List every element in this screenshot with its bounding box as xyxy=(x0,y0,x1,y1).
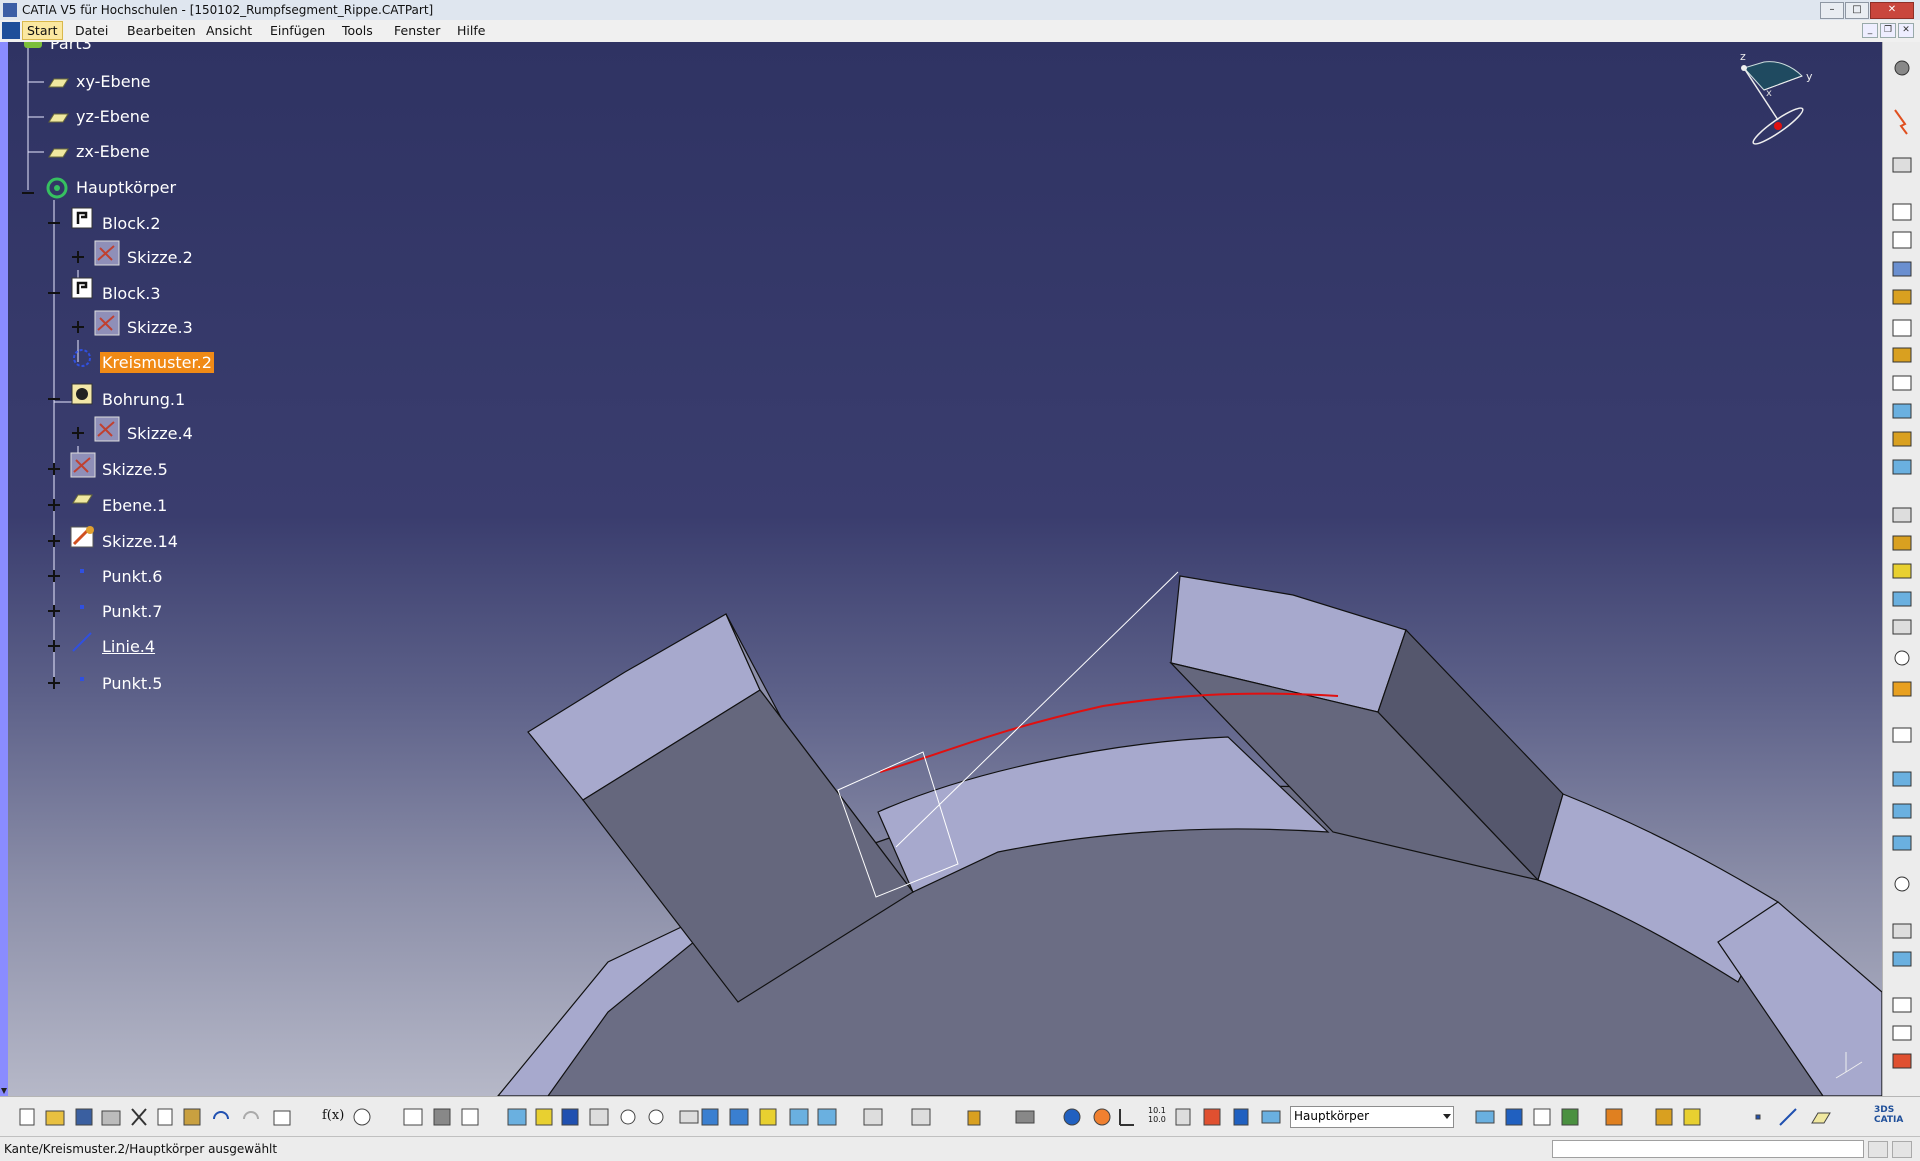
tree-node-skizze-4[interactable]: Skizze.4 xyxy=(127,424,193,443)
tree-node-kreismuster-2[interactable]: Kreismuster.2 xyxy=(100,352,214,373)
tree-scrollbar[interactable] xyxy=(0,42,8,1096)
expand-icon[interactable] xyxy=(48,602,60,617)
window-title: CATIA V5 für Hochschulen - [150102_Rumpf… xyxy=(22,3,434,17)
right-toolbar-icons[interactable] xyxy=(1883,42,1920,1096)
menu-ansicht[interactable]: Ansicht xyxy=(203,23,255,38)
tree-node-skizze-2[interactable]: Skizze.2 xyxy=(127,248,193,267)
pad-icon[interactable] xyxy=(70,206,94,230)
catia-logo-icon[interactable] xyxy=(2,22,20,39)
bottom-toolbar: f(x) 10.1 10.0 Hauptkörper 3DS CATIA xyxy=(0,1096,1920,1137)
measure-button[interactable]: 10.1 10.0 xyxy=(1148,1106,1172,1124)
minimize-button[interactable]: – xyxy=(1820,2,1844,19)
plane-icon[interactable] xyxy=(46,72,70,96)
command-input[interactable] xyxy=(1552,1140,1864,1158)
sketch-icon[interactable] xyxy=(94,240,120,266)
point-icon[interactable] xyxy=(76,670,88,682)
compass-x-label: x xyxy=(1766,88,1772,99)
menu-einfuegen[interactable]: Einfügen xyxy=(267,23,328,38)
doc-restore-button[interactable]: ❐ xyxy=(1880,23,1896,38)
sketch-icon[interactable] xyxy=(70,524,96,550)
tree-node-zx-ebene[interactable]: zx-Ebene xyxy=(76,142,150,161)
tree-node-punkt-7[interactable]: Punkt.7 xyxy=(102,602,162,621)
status-message: Kante/Kreismuster.2/Hauptkörper ausgewäh… xyxy=(4,1142,278,1156)
hole-icon[interactable] xyxy=(70,382,94,406)
catia-app-icon[interactable] xyxy=(3,3,17,17)
right-toolbar xyxy=(1882,42,1920,1096)
current-body-value: Hauptkörper xyxy=(1294,1109,1370,1123)
expand-icon[interactable] xyxy=(72,318,84,333)
tree-node-yz-ebene[interactable]: yz-Ebene xyxy=(76,107,150,126)
current-body-select[interactable]: Hauptkörper xyxy=(1290,1106,1454,1128)
tree-node-xy-ebene[interactable]: xy-Ebene xyxy=(76,72,151,91)
status-button-1[interactable] xyxy=(1868,1141,1888,1158)
tree-node-hauptkoerper[interactable]: Hauptkörper xyxy=(76,178,176,197)
status-bar: Kante/Kreismuster.2/Hauptkörper ausgewäh… xyxy=(0,1136,1920,1161)
tree-node-linie-4[interactable]: Linie.4 xyxy=(102,637,155,656)
expand-icon[interactable] xyxy=(48,460,60,475)
tree-node-block-3[interactable]: Block.3 xyxy=(102,284,161,303)
sketch-icon[interactable] xyxy=(70,452,96,478)
collapse-icon[interactable] xyxy=(48,390,60,402)
3d-viewport[interactable]: Part3 xy-Ebene yz-Ebene zx-Ebene Hauptkö… xyxy=(8,42,1882,1096)
chevron-down-icon[interactable] xyxy=(1443,1114,1451,1119)
sketch-icon[interactable] xyxy=(94,416,120,442)
bottom-toolbar-icons[interactable] xyxy=(0,1097,1920,1137)
expand-icon[interactable] xyxy=(48,532,60,547)
maximize-button[interactable]: □ xyxy=(1845,2,1869,19)
formula-button[interactable]: f(x) xyxy=(322,1108,344,1123)
point-icon[interactable] xyxy=(76,562,88,574)
specification-tree: Part3 xy-Ebene yz-Ebene zx-Ebene Hauptkö… xyxy=(8,42,408,742)
compass-y-label: y xyxy=(1806,70,1813,83)
compass-widget[interactable]: z y x xyxy=(1708,50,1828,170)
compass-z-label: z xyxy=(1740,50,1746,63)
collapse-icon[interactable] xyxy=(22,184,34,196)
expand-icon[interactable] xyxy=(48,496,60,511)
tree-node-punkt-6[interactable]: Punkt.6 xyxy=(102,567,162,586)
menu-hilfe[interactable]: Hilfe xyxy=(454,23,488,38)
scroll-down-arrow-icon[interactable] xyxy=(1,1088,7,1094)
pad-icon[interactable] xyxy=(70,276,94,300)
plane-icon[interactable] xyxy=(46,107,70,131)
expand-icon[interactable] xyxy=(72,248,84,263)
menu-tools[interactable]: Tools xyxy=(339,23,376,38)
tree-root-part[interactable]: Part3 xyxy=(50,42,92,53)
tree-node-skizze-5[interactable]: Skizze.5 xyxy=(102,460,168,479)
tree-node-punkt-5[interactable]: Punkt.5 xyxy=(102,674,162,693)
expand-icon[interactable] xyxy=(72,424,84,439)
menu-fenster[interactable]: Fenster xyxy=(391,23,443,38)
expand-icon[interactable] xyxy=(48,567,60,582)
doc-minimize-button[interactable]: _ xyxy=(1862,23,1878,38)
title-bar: CATIA V5 für Hochschulen - [150102_Rumpf… xyxy=(0,0,1920,21)
body-icon[interactable] xyxy=(43,174,71,202)
menu-bearbeiten[interactable]: Bearbeiten xyxy=(124,23,199,38)
tree-node-skizze-3[interactable]: Skizze.3 xyxy=(127,318,193,337)
status-button-2[interactable] xyxy=(1892,1141,1912,1158)
menu-start[interactable]: Start xyxy=(22,21,63,40)
tree-node-block-2[interactable]: Block.2 xyxy=(102,214,161,233)
plane-icon[interactable] xyxy=(70,488,94,512)
close-button[interactable]: ✕ xyxy=(1870,2,1914,19)
menu-datei[interactable]: Datei xyxy=(72,23,111,38)
collapse-icon[interactable] xyxy=(48,214,60,226)
tree-node-ebene-1[interactable]: Ebene.1 xyxy=(102,496,167,515)
axis-triad-icon xyxy=(1828,1042,1878,1082)
part-root-icon[interactable] xyxy=(24,42,42,48)
tree-node-bohrung-1[interactable]: Bohrung.1 xyxy=(102,390,185,409)
point-icon[interactable] xyxy=(76,598,88,610)
line-icon[interactable] xyxy=(70,630,94,654)
catia-brand-icon: 3DS CATIA xyxy=(1874,1105,1904,1125)
expand-icon[interactable] xyxy=(48,674,60,689)
menu-bar: Start Datei Bearbeiten Ansicht Einfügen … xyxy=(0,20,1920,43)
compass-plane-icon xyxy=(1743,61,1803,91)
circular-pattern-icon[interactable] xyxy=(70,346,94,370)
plane-icon[interactable] xyxy=(46,142,70,166)
collapse-icon[interactable] xyxy=(48,284,60,296)
sketch-icon[interactable] xyxy=(94,310,120,336)
expand-icon[interactable] xyxy=(48,637,60,652)
tree-node-skizze-14[interactable]: Skizze.14 xyxy=(102,532,178,551)
doc-close-button[interactable]: ✕ xyxy=(1898,23,1914,38)
